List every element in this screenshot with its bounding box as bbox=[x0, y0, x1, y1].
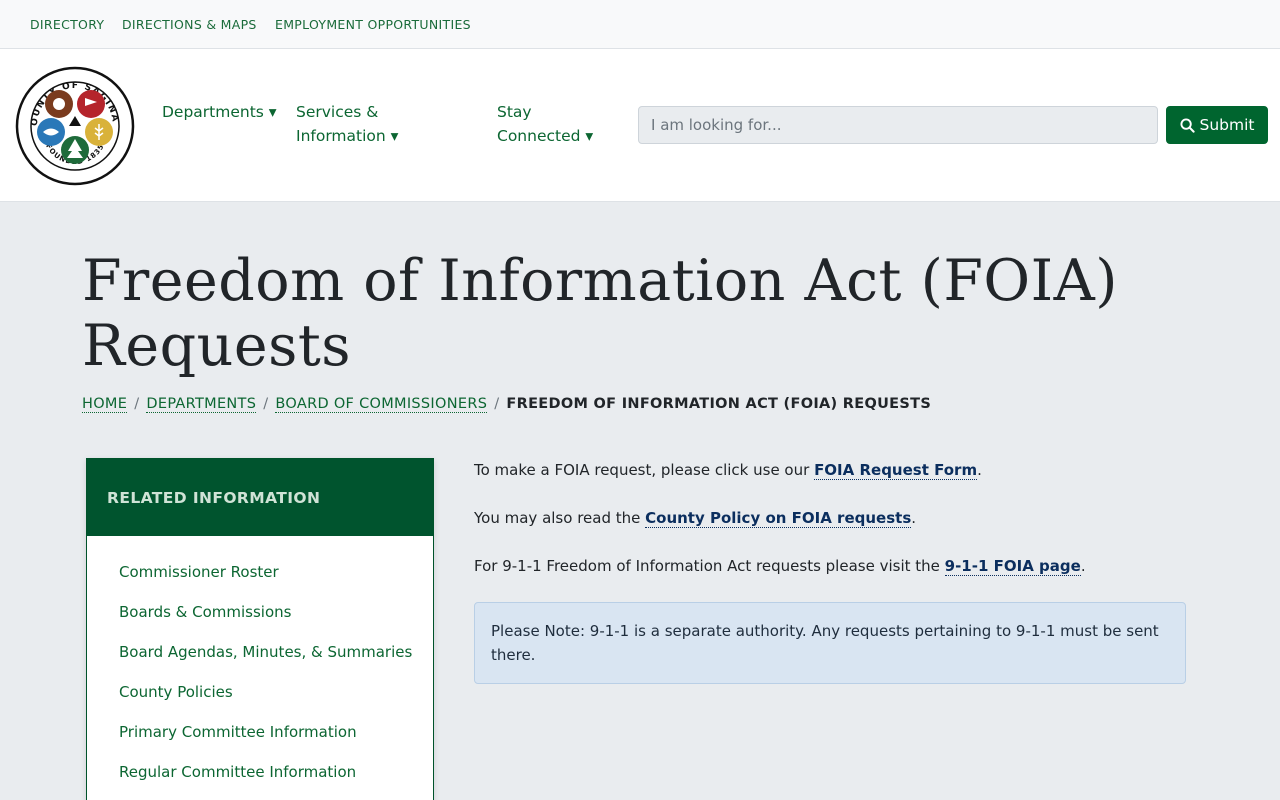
p3-end: . bbox=[1080, 557, 1086, 575]
nav-stay-line1: Stay bbox=[497, 103, 532, 121]
sidebar-item-boards-commissions[interactable]: Boards & Commissions bbox=[119, 600, 413, 624]
page-title-line2: Requests bbox=[82, 313, 351, 379]
related-information-sidebar: RELATED INFORMATION Commissioner Roster … bbox=[86, 458, 434, 800]
note-alert: Please Note: 9-1-1 is a separate authori… bbox=[474, 602, 1186, 684]
page-title-line1: Freedom of Information Act (FOIA) bbox=[82, 248, 1119, 314]
nav-services-line1: Services & bbox=[296, 103, 379, 121]
nav-departments[interactable]: Departments ▾ bbox=[162, 100, 277, 124]
sidebar-heading: RELATED INFORMATION bbox=[87, 459, 433, 536]
breadcrumb-board-of-commissioners[interactable]: BOARD OF COMMISSIONERS bbox=[275, 396, 488, 413]
foia-form-paragraph: To make a FOIA request, please click use… bbox=[474, 458, 1186, 482]
sidebar-item-commissioner-roster[interactable]: Commissioner Roster bbox=[119, 560, 413, 584]
directory-link[interactable]: DIRECTORY bbox=[30, 17, 104, 32]
breadcrumb-home[interactable]: HOME bbox=[82, 396, 128, 413]
search-input[interactable] bbox=[638, 106, 1158, 144]
breadcrumb-separator: / bbox=[134, 396, 140, 412]
breadcrumb: HOME / DEPARTMENTS / BOARD OF COMMISSIONERS /… bbox=[82, 396, 932, 413]
911-foia-paragraph: For 9-1-1 Freedom of Information Act req… bbox=[474, 554, 1186, 578]
foia-request-form-link[interactable]: FOIA Request Form bbox=[814, 461, 978, 480]
nav-services-line2: Information ▾ bbox=[296, 127, 399, 145]
search-icon bbox=[1179, 117, 1195, 133]
county-policy-foia-link[interactable]: County Policy on FOIA requests bbox=[645, 509, 912, 528]
sidebar-item-board-agendas[interactable]: Board Agendas, Minutes, & Summaries bbox=[119, 640, 413, 664]
page-title: Freedom of Information Act (FOIA) Reques… bbox=[82, 249, 1182, 379]
911-foia-page-link[interactable]: 9-1-1 FOIA page bbox=[944, 557, 1081, 576]
submit-label: Submit bbox=[1199, 116, 1255, 134]
p1-end: . bbox=[977, 461, 982, 479]
county-policy-paragraph: You may also read the County Policy on F… bbox=[474, 506, 1186, 530]
search-submit-button[interactable]: Submit bbox=[1166, 106, 1268, 144]
p1-text: To make a FOIA request, please click use… bbox=[474, 461, 815, 479]
breadcrumb-separator: / bbox=[263, 396, 269, 412]
p2-text: You may also read the bbox=[474, 509, 646, 527]
site-header: COUNTY OF SAGINAW FOUNDED 1835 Departmen… bbox=[0, 49, 1280, 202]
utility-bar: DIRECTORY DIRECTIONS & MAPS EMPLOYMENT O… bbox=[0, 0, 1280, 49]
sidebar-item-primary-committee[interactable]: Primary Committee Information bbox=[119, 720, 413, 744]
sidebar-item-county-policies[interactable]: County Policies bbox=[119, 680, 413, 704]
sidebar-item-regular-committee[interactable]: Regular Committee Information bbox=[119, 760, 413, 784]
main-content: To make a FOIA request, please click use… bbox=[474, 458, 1186, 602]
nav-services-information[interactable]: Services & Information ▾ bbox=[296, 100, 398, 148]
breadcrumb-current: FREEDOM OF INFORMATION ACT (FOIA) REQUES… bbox=[506, 396, 932, 412]
nav-stay-connected[interactable]: Stay Connected ▾ bbox=[497, 100, 593, 148]
sidebar-list: Commissioner Roster Boards & Commissions… bbox=[87, 536, 433, 784]
employment-opportunities-link[interactable]: EMPLOYMENT OPPORTUNITIES bbox=[275, 17, 471, 32]
breadcrumb-departments[interactable]: DEPARTMENTS bbox=[146, 396, 257, 413]
p2-end: . bbox=[911, 509, 917, 527]
p3-text: For 9-1-1 Freedom of Information Act req… bbox=[474, 557, 945, 575]
breadcrumb-separator: / bbox=[494, 396, 500, 412]
directions-maps-link[interactable]: DIRECTIONS & MAPS bbox=[122, 17, 257, 32]
saginaw-county-logo[interactable]: COUNTY OF SAGINAW FOUNDED 1835 bbox=[15, 66, 135, 186]
nav-stay-line2: Connected ▾ bbox=[497, 127, 594, 145]
